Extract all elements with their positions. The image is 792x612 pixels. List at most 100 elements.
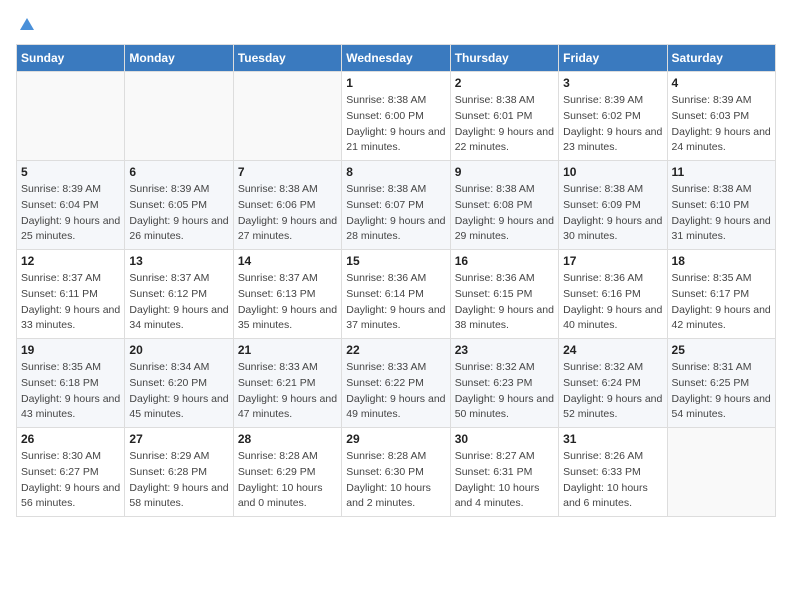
day-info: Sunrise: 8:35 AMSunset: 6:18 PMDaylight:…	[21, 360, 120, 423]
day-info: Sunrise: 8:39 AMSunset: 6:03 PMDaylight:…	[672, 93, 771, 156]
calendar-cell	[233, 72, 341, 161]
day-number: 31	[563, 432, 662, 446]
day-number: 29	[346, 432, 445, 446]
day-number: 16	[455, 254, 554, 268]
calendar-cell: 1 Sunrise: 8:38 AMSunset: 6:00 PMDaylight…	[342, 72, 450, 161]
calendar-cell: 16 Sunrise: 8:36 AMSunset: 6:15 PMDayligh…	[450, 250, 558, 339]
calendar-cell	[17, 72, 125, 161]
day-info: Sunrise: 8:31 AMSunset: 6:25 PMDaylight:…	[672, 360, 771, 423]
day-info: Sunrise: 8:38 AMSunset: 6:00 PMDaylight:…	[346, 93, 445, 156]
calendar-cell: 17Sunrise: 8:36 AMSunset: 6:16 PMDayligh…	[559, 250, 667, 339]
day-info: Sunrise: 8:38 AMSunset: 6:08 PMDaylight:…	[455, 182, 554, 245]
calendar-cell: 25 Sunrise: 8:31 AMSunset: 6:25 PMDayligh…	[667, 339, 775, 428]
day-info: Sunrise: 8:33 AMSunset: 6:22 PMDaylight:…	[346, 360, 445, 423]
weekday-header-wednesday: Wednesday	[342, 45, 450, 72]
calendar-cell: 4 Sunrise: 8:39 AMSunset: 6:03 PMDaylight…	[667, 72, 775, 161]
calendar-cell: 10Sunrise: 8:38 AMSunset: 6:09 PMDayligh…	[559, 161, 667, 250]
day-number: 22	[346, 343, 445, 357]
calendar-cell: 5 Sunrise: 8:39 AMSunset: 6:04 PMDaylight…	[17, 161, 125, 250]
day-info: Sunrise: 8:36 AMSunset: 6:14 PMDaylight:…	[346, 271, 445, 334]
day-number: 27	[129, 432, 228, 446]
day-number: 11	[672, 165, 771, 179]
calendar-cell: 27 Sunrise: 8:29 AMSunset: 6:28 PMDayligh…	[125, 428, 233, 517]
calendar-week-row: 5 Sunrise: 8:39 AMSunset: 6:04 PMDaylight…	[17, 161, 776, 250]
calendar-cell: 12 Sunrise: 8:37 AMSunset: 6:11 PMDayligh…	[17, 250, 125, 339]
day-info: Sunrise: 8:30 AMSunset: 6:27 PMDaylight:…	[21, 449, 120, 512]
calendar-cell: 23 Sunrise: 8:32 AMSunset: 6:23 PMDayligh…	[450, 339, 558, 428]
calendar-cell: 31 Sunrise: 8:26 AMSunset: 6:33 PMDayligh…	[559, 428, 667, 517]
weekday-header-friday: Friday	[559, 45, 667, 72]
day-info: Sunrise: 8:37 AMSunset: 6:12 PMDaylight:…	[129, 271, 228, 334]
weekday-header-monday: Monday	[125, 45, 233, 72]
day-info: Sunrise: 8:39 AMSunset: 6:02 PMDaylight:…	[563, 93, 662, 156]
calendar-cell	[125, 72, 233, 161]
day-number: 7	[238, 165, 337, 179]
calendar-week-row: 12 Sunrise: 8:37 AMSunset: 6:11 PMDayligh…	[17, 250, 776, 339]
calendar-cell: 3Sunrise: 8:39 AMSunset: 6:02 PMDaylight…	[559, 72, 667, 161]
day-number: 26	[21, 432, 120, 446]
calendar-cell: 11Sunrise: 8:38 AMSunset: 6:10 PMDayligh…	[667, 161, 775, 250]
calendar-week-row: 1 Sunrise: 8:38 AMSunset: 6:00 PMDaylight…	[17, 72, 776, 161]
calendar-cell: 7 Sunrise: 8:38 AMSunset: 6:06 PMDaylight…	[233, 161, 341, 250]
day-info: Sunrise: 8:37 AMSunset: 6:13 PMDaylight:…	[238, 271, 337, 334]
calendar-week-row: 26 Sunrise: 8:30 AMSunset: 6:27 PMDayligh…	[17, 428, 776, 517]
day-info: Sunrise: 8:32 AMSunset: 6:24 PMDaylight:…	[563, 360, 662, 423]
day-number: 5	[21, 165, 120, 179]
calendar-cell: 29Sunrise: 8:28 AMSunset: 6:30 PMDayligh…	[342, 428, 450, 517]
day-info: Sunrise: 8:26 AMSunset: 6:33 PMDaylight:…	[563, 449, 662, 512]
calendar-cell: 15 Sunrise: 8:36 AMSunset: 6:14 PMDayligh…	[342, 250, 450, 339]
calendar-cell: 6 Sunrise: 8:39 AMSunset: 6:05 PMDaylight…	[125, 161, 233, 250]
day-number: 8	[346, 165, 445, 179]
day-number: 17	[563, 254, 662, 268]
weekday-header-sunday: Sunday	[17, 45, 125, 72]
calendar-cell	[667, 428, 775, 517]
day-info: Sunrise: 8:38 AMSunset: 6:07 PMDaylight:…	[346, 182, 445, 245]
calendar-cell: 26 Sunrise: 8:30 AMSunset: 6:27 PMDayligh…	[17, 428, 125, 517]
calendar-table: SundayMondayTuesdayWednesdayThursdayFrid…	[16, 44, 776, 517]
day-number: 18	[672, 254, 771, 268]
day-number: 4	[672, 76, 771, 90]
day-info: Sunrise: 8:32 AMSunset: 6:23 PMDaylight:…	[455, 360, 554, 423]
day-number: 6	[129, 165, 228, 179]
day-number: 9	[455, 165, 554, 179]
logo-icon	[18, 16, 36, 34]
page-header	[16, 16, 776, 34]
day-number: 12	[21, 254, 120, 268]
calendar-cell: 13 Sunrise: 8:37 AMSunset: 6:12 PMDayligh…	[125, 250, 233, 339]
day-number: 2	[455, 76, 554, 90]
calendar-week-row: 19 Sunrise: 8:35 AMSunset: 6:18 PMDayligh…	[17, 339, 776, 428]
day-info: Sunrise: 8:39 AMSunset: 6:05 PMDaylight:…	[129, 182, 228, 245]
day-info: Sunrise: 8:37 AMSunset: 6:11 PMDaylight:…	[21, 271, 120, 334]
logo	[16, 16, 36, 34]
calendar-cell: 20Sunrise: 8:34 AMSunset: 6:20 PMDayligh…	[125, 339, 233, 428]
calendar-cell: 22 Sunrise: 8:33 AMSunset: 6:22 PMDayligh…	[342, 339, 450, 428]
day-number: 28	[238, 432, 337, 446]
day-info: Sunrise: 8:39 AMSunset: 6:04 PMDaylight:…	[21, 182, 120, 245]
weekday-header-tuesday: Tuesday	[233, 45, 341, 72]
calendar-cell: 8 Sunrise: 8:38 AMSunset: 6:07 PMDaylight…	[342, 161, 450, 250]
day-info: Sunrise: 8:36 AMSunset: 6:15 PMDaylight:…	[455, 271, 554, 334]
day-number: 1	[346, 76, 445, 90]
day-number: 10	[563, 165, 662, 179]
calendar-cell: 30 Sunrise: 8:27 AMSunset: 6:31 PMDayligh…	[450, 428, 558, 517]
day-info: Sunrise: 8:38 AMSunset: 6:01 PMDaylight:…	[455, 93, 554, 156]
day-number: 21	[238, 343, 337, 357]
day-info: Sunrise: 8:27 AMSunset: 6:31 PMDaylight:…	[455, 449, 554, 512]
day-number: 23	[455, 343, 554, 357]
weekday-header-row: SundayMondayTuesdayWednesdayThursdayFrid…	[17, 45, 776, 72]
day-number: 25	[672, 343, 771, 357]
calendar-cell: 14 Sunrise: 8:37 AMSunset: 6:13 PMDayligh…	[233, 250, 341, 339]
calendar-cell: 21Sunrise: 8:33 AMSunset: 6:21 PMDayligh…	[233, 339, 341, 428]
day-info: Sunrise: 8:38 AMSunset: 6:06 PMDaylight:…	[238, 182, 337, 245]
day-number: 24	[563, 343, 662, 357]
day-number: 14	[238, 254, 337, 268]
day-number: 15	[346, 254, 445, 268]
day-info: Sunrise: 8:29 AMSunset: 6:28 PMDaylight:…	[129, 449, 228, 512]
day-number: 13	[129, 254, 228, 268]
day-number: 19	[21, 343, 120, 357]
calendar-cell: 2 Sunrise: 8:38 AMSunset: 6:01 PMDaylight…	[450, 72, 558, 161]
calendar-cell: 18 Sunrise: 8:35 AMSunset: 6:17 PMDayligh…	[667, 250, 775, 339]
day-number: 20	[129, 343, 228, 357]
day-number: 30	[455, 432, 554, 446]
day-info: Sunrise: 8:35 AMSunset: 6:17 PMDaylight:…	[672, 271, 771, 334]
